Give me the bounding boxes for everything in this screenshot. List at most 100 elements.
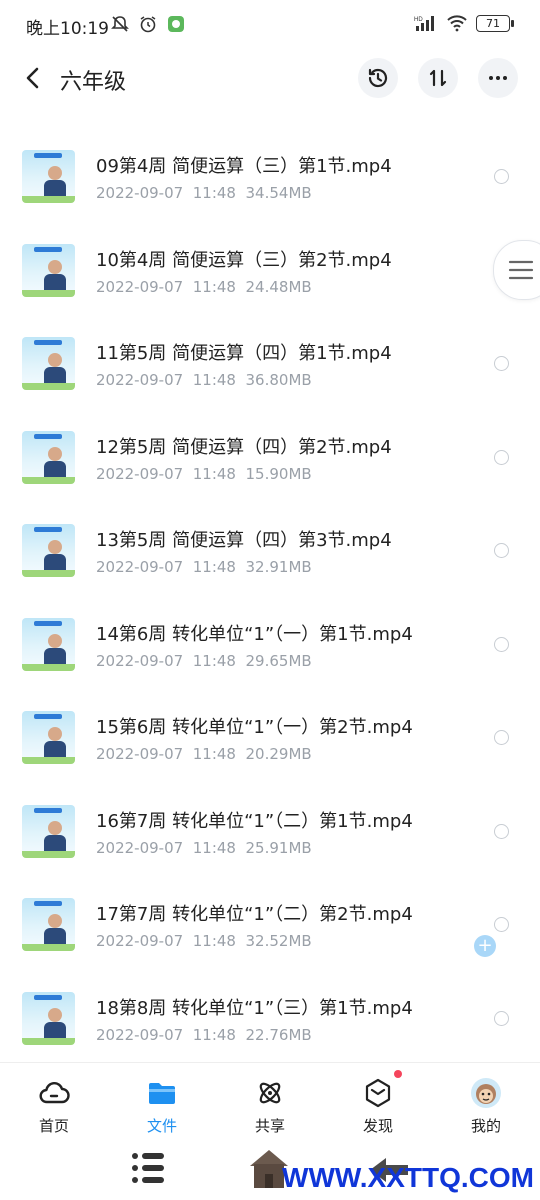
file-row[interactable]: 11第5周 简便运算（四）第1节.mp4 2022-09-07 11:48 36… [0,317,540,411]
select-radio[interactable] [494,917,509,932]
select-radio[interactable] [494,823,509,839]
file-name: 15第6周 转化单位“1”（一）第2节.mp4 [96,717,413,738]
file-name: 10第4周 简便运算（三）第2节.mp4 [96,249,392,271]
file-size: 20.29MB [245,745,312,763]
file-row[interactable]: 16第7周 转化单位“1”（二）第1节.mp4 2022-09-07 11:48… [0,785,540,879]
battery-level: 71 [486,16,500,30]
file-date: 2022-09-07 [96,464,184,483]
select-radio[interactable] [494,543,509,558]
file-name: 13第5周 简便运算（四）第3节.mp4 [96,530,392,551]
status-left-icons [110,14,186,34]
file-time: 11:48 [192,464,236,483]
nav-discover-label: 发现 [362,1117,393,1135]
file-time: 11:48 [192,184,236,202]
file-size: 34.54MB [245,184,312,202]
nav-files[interactable]: 文件 [108,1063,216,1137]
nav-files-label: 文件 [146,1117,177,1135]
history-button[interactable] [358,58,398,98]
nav-share[interactable]: 共享 [216,1063,324,1137]
bottom-nav: 首页 文件 共享 发现 我的 [0,1062,540,1137]
select-radio[interactable] [494,356,509,371]
file-time: 11:48 [192,932,236,950]
sort-icon [429,69,447,87]
file-size: 25.91MB [245,838,312,857]
page-title: 六年级 [60,70,127,95]
file-size: 22.76MB [245,1025,312,1044]
select-radio[interactable] [494,169,509,184]
more-button[interactable] [478,58,518,98]
file-row[interactable]: 15第6周 转化单位“1”（一）第2节.mp4 2022-09-07 11:48… [0,691,540,785]
nav-home[interactable]: 首页 [0,1063,108,1137]
file-date: 2022-09-07 [96,371,184,389]
file-list: 09第4周 简便运算（三）第1节.mp4 2022-09-07 11:48 34… [0,130,540,1065]
file-row[interactable]: 17第7周 转化单位“1”（二）第2节.mp4 2022-09-07 11:48… [0,878,540,972]
file-meta: 2022-09-07 11:48 24.48MB [96,278,312,296]
file-date: 2022-09-07 [96,745,184,763]
file-size: 24.48MB [245,277,312,296]
status-time: 晚上10:19 [26,19,109,39]
file-meta: 2022-09-07 11:48 20.29MB [96,745,312,763]
add-icon[interactable]: + [474,935,496,957]
file-row[interactable]: 10第4周 简便运算（三）第2节.mp4 2022-09-07 11:48 24… [0,224,540,318]
file-meta: 2022-09-07 11:48 34.54MB [96,184,312,202]
video-thumbnail [22,150,75,203]
video-thumbnail [22,337,75,390]
file-time: 11:48 [192,838,236,857]
nav-share-label: 共享 [254,1117,285,1135]
back-button[interactable] [18,62,50,94]
file-date: 2022-09-07 [96,277,184,296]
video-thumbnail [22,524,75,577]
file-time: 11:48 [192,371,236,389]
file-time: 11:48 [192,558,236,576]
file-name: 12第5周 简便运算（四）第2节.mp4 [96,436,392,458]
file-meta: 2022-09-07 11:48 32.52MB [96,932,312,950]
sort-button[interactable] [418,58,458,98]
header: 六年级 [0,52,540,104]
file-meta: 2022-09-07 11:48 22.76MB [96,1026,312,1044]
file-date: 2022-09-07 [96,838,184,857]
file-size: 32.52MB [245,932,312,950]
file-name: 11第5周 简便运算（四）第1节.mp4 [96,343,392,364]
file-name: 18第8周 转化单位“1”（三）第1节.mp4 [96,997,413,1019]
video-thumbnail [22,430,75,484]
nav-mine[interactable]: 我的 [432,1063,540,1137]
file-size: 29.65MB [245,651,312,670]
file-name: 16第7周 转化单位“1”（二）第1节.mp4 [96,810,413,832]
file-row[interactable]: 12第5周 简便运算（四）第2节.mp4 2022-09-07 11:48 15… [0,411,540,505]
atom-share-icon [259,1082,281,1104]
nav-home-label: 首页 [38,1117,69,1135]
select-radio[interactable] [494,636,509,652]
file-row[interactable]: 18第8周 转化单位“1”（三）第1节.mp4 2022-09-07 11:48… [0,972,540,1066]
more-icon [489,76,507,80]
watermark: WWW.XXTTQ.COM [282,1162,534,1193]
app-notification-icon [168,16,184,32]
file-date: 2022-09-07 [96,932,184,950]
mute-icon [111,16,129,32]
video-thumbnail [22,804,75,858]
file-size: 15.90MB [245,464,312,483]
history-icon [368,68,388,88]
list-menu-icon[interactable] [130,1148,166,1188]
battery-indicator: 71 [476,14,514,32]
file-row[interactable]: 09第4周 简便运算（三）第1节.mp4 2022-09-07 11:48 34… [0,130,540,224]
notification-badge [394,1070,402,1078]
side-menu-handle[interactable] [493,240,540,300]
avatar [471,1078,501,1108]
file-time: 11:48 [192,277,236,296]
wifi-icon [447,15,467,32]
select-radio[interactable] [494,730,509,745]
file-row[interactable]: 14第6周 转化单位“1”（一）第1节.mp4 2022-09-07 11:48… [0,598,540,692]
nav-mine-label: 我的 [470,1117,501,1135]
select-radio[interactable] [494,449,509,465]
video-thumbnail [22,991,75,1045]
file-name: 17第7周 转化单位“1”（二）第2节.mp4 [96,904,413,925]
file-time: 11:48 [192,1025,236,1044]
file-meta: 2022-09-07 11:48 25.91MB [96,839,312,857]
file-row[interactable]: 13第5周 简便运算（四）第3节.mp4 2022-09-07 11:48 32… [0,504,540,598]
file-name: 09第4周 简便运算（三）第1节.mp4 [96,156,392,177]
nav-discover[interactable]: 发现 [324,1063,432,1137]
cloud-home-icon [39,1082,70,1104]
file-date: 2022-09-07 [96,184,184,202]
select-radio[interactable] [494,1010,509,1026]
menu-icon [508,260,534,280]
